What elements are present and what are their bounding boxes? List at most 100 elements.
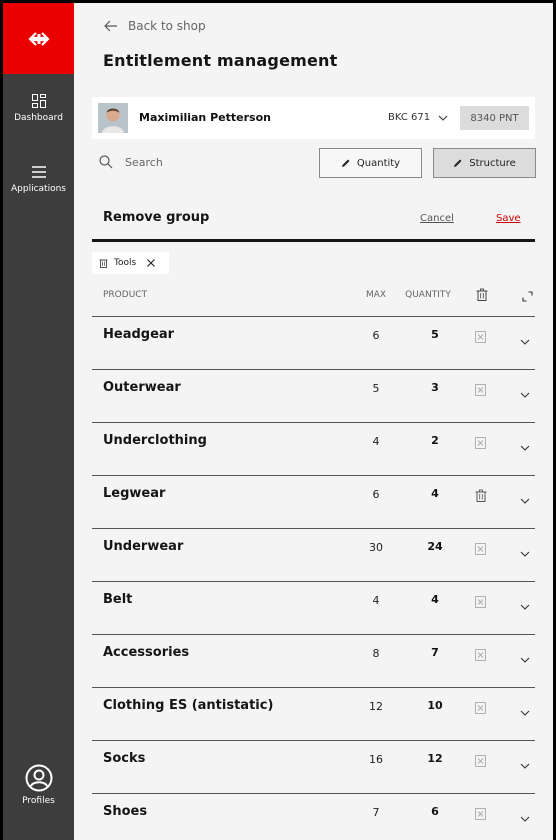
dashboard-icon bbox=[31, 94, 46, 108]
chevron-down-icon[interactable] bbox=[520, 383, 530, 402]
trash-icon[interactable] bbox=[475, 487, 487, 506]
quantity-button-label: Quantity bbox=[356, 157, 401, 169]
quantity-value: 10 bbox=[427, 699, 443, 712]
quantity-value: 4 bbox=[431, 593, 439, 606]
product-name: Shoes bbox=[103, 804, 148, 819]
pencil-icon bbox=[454, 159, 462, 167]
quantity-value: 5 bbox=[431, 328, 439, 341]
cancel-button[interactable]: Cancel bbox=[420, 213, 454, 224]
cost-center-value: BKC 671 bbox=[388, 112, 431, 123]
delete-disabled-icon bbox=[475, 646, 486, 665]
delete-disabled-icon bbox=[475, 434, 486, 453]
cost-center-select[interactable]: BKC 671 bbox=[388, 112, 448, 123]
max-value: 6 bbox=[372, 329, 380, 342]
quantity-value: 3 bbox=[431, 381, 439, 394]
chevron-down-icon[interactable] bbox=[520, 754, 530, 773]
user-name: Maximilian Petterson bbox=[139, 111, 271, 124]
max-value: 7 bbox=[372, 806, 380, 819]
table-row[interactable]: Legwear 6 4 bbox=[92, 475, 535, 528]
quantity-value: 24 bbox=[427, 540, 443, 553]
filter-chip-label: Tools bbox=[114, 258, 137, 268]
trash-icon[interactable] bbox=[476, 288, 488, 301]
expand-icon[interactable] bbox=[522, 291, 533, 302]
max-value: 4 bbox=[372, 435, 380, 448]
page-title: Entitlement management bbox=[103, 51, 338, 70]
structure-button-label: Structure bbox=[469, 157, 516, 169]
close-icon[interactable] bbox=[146, 258, 156, 268]
table-row[interactable]: Outerwear 5 3 bbox=[92, 369, 535, 422]
delete-disabled-icon bbox=[475, 540, 486, 559]
delete-disabled-icon bbox=[475, 699, 486, 718]
structure-button[interactable]: Structure bbox=[433, 148, 536, 178]
chevron-down-icon[interactable] bbox=[520, 807, 530, 826]
product-name: Underclothing bbox=[103, 433, 207, 448]
product-name: Legwear bbox=[103, 486, 166, 501]
table-row[interactable]: Socks 16 12 bbox=[92, 740, 535, 793]
trash-icon bbox=[99, 259, 108, 268]
max-value: 5 bbox=[372, 382, 380, 395]
back-link[interactable]: Back to shop bbox=[104, 19, 206, 33]
sidebar-item-label: Dashboard bbox=[14, 113, 63, 123]
delete-disabled-icon bbox=[475, 381, 486, 400]
table-row[interactable]: Underclothing 4 2 bbox=[92, 422, 535, 475]
quantity-value: 6 bbox=[431, 805, 439, 818]
sidebar-item-label: Profiles bbox=[22, 796, 55, 806]
table-row[interactable]: Clothing ES (antistatic) 12 10 bbox=[92, 687, 535, 740]
chevron-down-icon[interactable] bbox=[520, 542, 530, 561]
table-row[interactable]: Shoes 7 6 bbox=[92, 793, 535, 840]
product-name: Headgear bbox=[103, 327, 175, 342]
filter-chip: Tools bbox=[92, 252, 169, 274]
back-link-label: Back to shop bbox=[128, 19, 206, 33]
max-value: 4 bbox=[372, 594, 380, 607]
chevron-down-icon[interactable] bbox=[520, 648, 530, 667]
product-name: Socks bbox=[103, 751, 146, 766]
max-value: 12 bbox=[369, 700, 383, 713]
sidebar-item-dashboard[interactable]: Dashboard bbox=[3, 93, 74, 123]
max-value: 30 bbox=[369, 541, 383, 554]
chevron-down-icon[interactable] bbox=[520, 330, 530, 349]
delete-disabled-icon bbox=[475, 328, 486, 347]
sbb-logo[interactable] bbox=[3, 3, 74, 74]
sidebar: Dashboard Applications Profiles bbox=[3, 3, 74, 840]
search-input[interactable]: Search bbox=[125, 156, 163, 169]
quantity-value: 12 bbox=[427, 752, 443, 765]
column-header-max: MAX bbox=[365, 290, 387, 300]
sidebar-item-label: Applications bbox=[11, 184, 66, 194]
max-value: 8 bbox=[372, 647, 380, 660]
arrow-left-icon bbox=[104, 20, 117, 32]
user-card: Maximilian Petterson BKC 671 8340 PNT bbox=[92, 97, 535, 139]
avatar bbox=[98, 103, 128, 133]
chevron-down-icon[interactable] bbox=[520, 701, 530, 720]
max-value: 6 bbox=[372, 488, 380, 501]
table-row[interactable]: Headgear 6 5 bbox=[92, 316, 535, 369]
save-button[interactable]: Save bbox=[496, 213, 521, 224]
user-icon bbox=[25, 764, 52, 792]
sidebar-item-applications[interactable]: Applications bbox=[3, 164, 74, 194]
product-name: Accessories bbox=[103, 645, 190, 660]
chevron-down-icon[interactable] bbox=[520, 436, 530, 455]
table-row[interactable]: Accessories 8 7 bbox=[92, 634, 535, 687]
quantity-value: 2 bbox=[431, 434, 439, 447]
quantity-value: 7 bbox=[431, 646, 439, 659]
max-value: 16 bbox=[369, 753, 383, 766]
quantity-button[interactable]: Quantity bbox=[319, 148, 422, 178]
search-icon bbox=[99, 155, 113, 169]
product-name: Belt bbox=[103, 592, 133, 607]
sidebar-item-profiles[interactable]: Profiles bbox=[3, 764, 74, 806]
chevron-down-icon[interactable] bbox=[520, 489, 530, 508]
product-name: Outerwear bbox=[103, 380, 181, 395]
product-name: Underwear bbox=[103, 539, 184, 554]
chevron-down-icon bbox=[438, 115, 448, 121]
table-row[interactable]: Belt 4 4 bbox=[92, 581, 535, 634]
chevron-down-icon[interactable] bbox=[520, 595, 530, 614]
pencil-icon bbox=[341, 159, 350, 167]
search-field[interactable]: Search bbox=[99, 155, 163, 169]
column-header-quantity: QUANTITY bbox=[405, 290, 451, 300]
section-title: Remove group bbox=[103, 210, 210, 225]
app-frame: Dashboard Applications Profiles Back to bbox=[3, 3, 553, 840]
menu-icon bbox=[31, 166, 46, 178]
quantity-value: 4 bbox=[431, 487, 439, 500]
delete-disabled-icon bbox=[475, 752, 486, 771]
column-header-product: PRODUCT bbox=[103, 290, 148, 300]
table-row[interactable]: Underwear 30 24 bbox=[92, 528, 535, 581]
